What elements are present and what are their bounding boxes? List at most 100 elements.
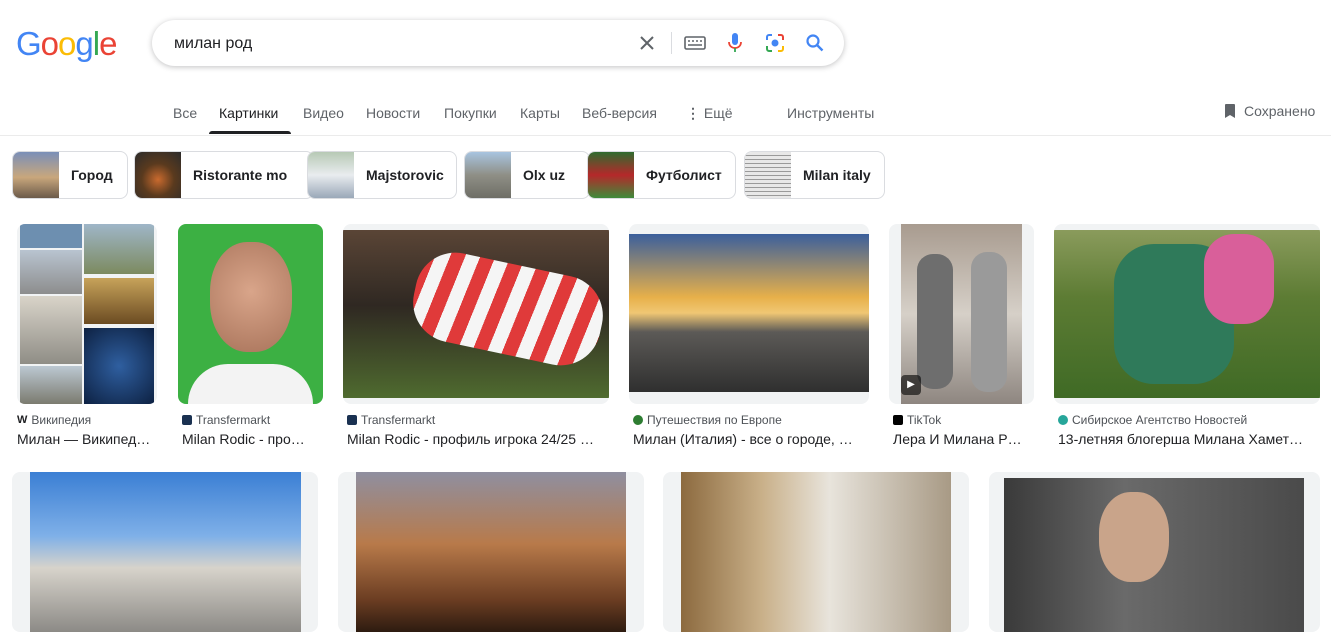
result-image <box>17 224 157 404</box>
wikipedia-icon: W <box>17 414 28 426</box>
logo-letter: e <box>99 25 117 62</box>
tab-maps[interactable]: Карты <box>520 105 560 121</box>
person-pink <box>1204 234 1274 324</box>
transfermarkt-icon <box>182 415 192 425</box>
search-divider <box>671 32 672 54</box>
chip-label: Футболист <box>646 167 722 183</box>
portrait-face <box>1099 492 1169 582</box>
more-vert-icon: ⋮ <box>686 105 700 121</box>
chip-label: Ristorante mo <box>193 167 288 183</box>
result-image <box>343 224 609 404</box>
cathedral-photo <box>629 234 869 392</box>
result-title[interactable]: Лера И Милана Р… <box>893 431 1030 447</box>
result-title[interactable]: Милан — Википед… <box>17 431 157 447</box>
person-left <box>917 254 953 389</box>
chip-thumbnail <box>13 152 59 198</box>
source-label: Сибирское Агентство Новостей <box>1072 413 1248 427</box>
result-image <box>1054 224 1320 404</box>
chip[interactable]: Majstorovic <box>307 151 457 199</box>
news-agency-icon <box>1058 415 1068 425</box>
chip-thumbnail <box>745 152 791 198</box>
result-title[interactable]: Milan Rodic - профиль игрока 24/25 … <box>347 431 609 447</box>
keyboard-icon[interactable] <box>683 31 707 55</box>
result-image: ▶ <box>889 224 1034 404</box>
image-result[interactable]: Transfermarkt Milan Rodic - профиль игро… <box>343 224 609 450</box>
result-image <box>629 224 869 404</box>
active-tab-indicator <box>209 131 291 134</box>
logo-letter: G <box>16 25 42 62</box>
source-label: TikTok <box>907 413 942 427</box>
source-label: Transfermarkt <box>361 413 436 427</box>
chip-label: Milan italy <box>803 167 871 183</box>
duomo-photo <box>30 472 301 632</box>
logo-letter: o <box>40 25 59 62</box>
google-logo[interactable]: Google <box>16 24 117 64</box>
chip-label: Majstorovic <box>366 167 444 183</box>
result-image <box>989 472 1320 632</box>
chip[interactable]: Milan italy <box>744 151 885 199</box>
chip[interactable]: Футболист <box>587 151 736 199</box>
result-title[interactable]: Milan Rodic - про… <box>182 431 317 447</box>
tiktok-icon <box>893 415 903 425</box>
player-shirt <box>188 364 313 404</box>
microphone-icon[interactable] <box>723 31 747 55</box>
source-label: Путешествия по Европе <box>647 413 782 427</box>
tab-tools[interactable]: Инструменты <box>787 105 874 121</box>
result-title[interactable]: 13-летняя блогерша Милана Хамет… <box>1058 431 1320 447</box>
logo-letter: g <box>75 25 93 62</box>
image-result[interactable] <box>338 472 644 632</box>
search-input[interactable] <box>172 28 626 60</box>
tab-web[interactable]: Веб-версия <box>582 105 657 121</box>
image-result[interactable]: W Википедия Милан — Википед… <box>17 224 157 450</box>
result-image <box>12 472 318 632</box>
result-image <box>178 224 323 404</box>
result-source: Путешествия по Европе <box>633 413 782 427</box>
source-label: Википедия <box>31 413 92 427</box>
chip-label: Olx uz <box>523 167 566 183</box>
result-source: Transfermarkt <box>347 413 435 427</box>
tab-all[interactable]: Все <box>173 105 197 121</box>
tab-news[interactable]: Новости <box>366 105 420 121</box>
chip[interactable]: Город <box>12 151 128 199</box>
globe-icon <box>633 415 643 425</box>
image-result[interactable] <box>663 472 969 632</box>
result-image <box>663 472 969 632</box>
result-source: Сибирское Агентство Новостей <box>1058 413 1247 427</box>
chip-thumbnail <box>465 152 511 198</box>
bookmark-icon <box>1225 104 1235 118</box>
result-source: Transfermarkt <box>182 413 270 427</box>
result-title[interactable]: Милан (Италия) - все о городе, … <box>633 431 869 447</box>
street-photo <box>356 472 626 632</box>
image-result[interactable] <box>989 472 1320 632</box>
chip-thumbnail <box>308 152 354 198</box>
city-view-photo <box>681 472 951 632</box>
source-label: Transfermarkt <box>196 413 271 427</box>
transfermarkt-icon <box>347 415 357 425</box>
chip[interactable]: Olx uz <box>464 151 590 199</box>
person-right <box>971 252 1007 392</box>
clear-icon[interactable] <box>635 31 659 55</box>
image-result[interactable]: Путешествия по Европе Милан (Италия) - в… <box>629 224 869 450</box>
image-result[interactable]: Transfermarkt Milan Rodic - про… <box>178 224 323 450</box>
result-source: TikTok <box>893 413 941 427</box>
chip-label: Город <box>71 167 113 183</box>
tab-more[interactable]: ⋮ Ещё <box>686 105 733 122</box>
chip-thumbnail <box>135 152 181 198</box>
chip-thumbnail <box>588 152 634 198</box>
saved-link[interactable]: Сохранено <box>1222 103 1315 119</box>
image-collage <box>20 224 154 404</box>
video-play-icon: ▶ <box>901 375 921 395</box>
result-image <box>338 472 644 632</box>
tab-shopping[interactable]: Покупки <box>444 105 497 121</box>
image-result[interactable]: ▶ TikTok Лера И Милана Р… <box>889 224 1034 450</box>
image-result[interactable]: Сибирское Агентство Новостей 13-летняя б… <box>1054 224 1320 450</box>
chip[interactable]: Ristorante mo <box>134 151 314 199</box>
player-portrait <box>210 242 292 352</box>
tab-images[interactable]: Картинки <box>219 105 278 121</box>
tab-more-label: Ещё <box>703 105 733 121</box>
saved-label: Сохранено <box>1244 103 1316 119</box>
tab-video[interactable]: Видео <box>303 105 344 121</box>
search-icon[interactable] <box>803 31 827 55</box>
image-result[interactable] <box>12 472 318 632</box>
lens-icon[interactable] <box>763 31 787 55</box>
